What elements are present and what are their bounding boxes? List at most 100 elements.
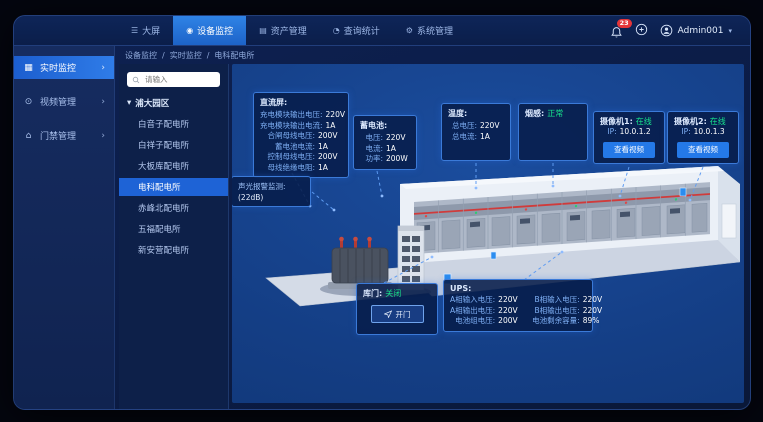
app-window: ☰ 大屏 ◉ 设备监控 ▤ 资产管理 ◔ 查询统计 ⚙ 系统管理 23 bbox=[13, 15, 751, 410]
username: Admin001 bbox=[678, 26, 724, 36]
ip-label: IP: bbox=[681, 127, 690, 138]
search-input[interactable] bbox=[143, 74, 215, 85]
field-value: 1A bbox=[386, 144, 410, 155]
panel-title: 温度: bbox=[448, 108, 504, 119]
tree-item-substation[interactable]: 白音子配电所 bbox=[119, 115, 228, 133]
sidebar-item-video-management[interactable]: ⊙ 视频管理 › bbox=[14, 90, 114, 113]
field-value: 89% bbox=[583, 316, 607, 327]
tree-search bbox=[127, 72, 220, 87]
field-value: 220V bbox=[480, 121, 504, 132]
field-label: 库门: bbox=[363, 288, 382, 299]
tree-item-substation[interactable]: 大板库配电所 bbox=[119, 157, 228, 175]
temperature-panel: 温度: 总电压:220V 总电流:1A bbox=[441, 103, 511, 161]
chevron-down-icon: ▾ bbox=[728, 27, 732, 35]
field-value: 1A bbox=[480, 132, 504, 143]
panel-title: 摄像机2: bbox=[674, 116, 707, 127]
open-door-label: 开门 bbox=[396, 309, 411, 320]
field-value: 220V bbox=[498, 295, 522, 306]
field-label: 总电压: bbox=[448, 121, 477, 132]
field-value: 200V bbox=[318, 152, 342, 163]
field-value: 200V bbox=[318, 131, 342, 142]
ups-panel: UPS: A相输入电压:220V B相输入电压:220V A相输出电压:220V… bbox=[443, 279, 593, 332]
notification-badge: 23 bbox=[617, 19, 632, 28]
field-label: 合闸母线电压: bbox=[260, 131, 315, 142]
dc-screen-panel: 直流屏: 充电模块输出电压:220V 充电模块输出电流:1A 合闸母线电压:20… bbox=[253, 92, 349, 178]
ip-label: IP: bbox=[607, 127, 616, 138]
field-label: 电池剩余容量: bbox=[532, 316, 580, 327]
field-label: B相输入电压: bbox=[532, 295, 580, 306]
view-video-button[interactable]: 查看视频 bbox=[603, 142, 655, 158]
sidebar-item-label: 视频管理 bbox=[40, 95, 76, 108]
sidebar: ▦ 实时监控 › ⊙ 视频管理 › ⌂ 门禁管理 › bbox=[14, 46, 115, 409]
status-badge: 在线 bbox=[710, 116, 726, 127]
tab-dashboard[interactable]: ☰ 大屏 bbox=[118, 16, 173, 45]
tab-label: 系统管理 bbox=[417, 24, 453, 37]
breadcrumb-item[interactable]: 设备监控 bbox=[125, 50, 157, 61]
battery-panel: 蓄电池: 电压:220V 电流:1A 功率:200W bbox=[353, 115, 417, 170]
tree-parent-node[interactable]: ▾ 浦大园区 bbox=[119, 94, 228, 112]
field-label: B相输出电压: bbox=[532, 306, 580, 317]
tree-item-substation[interactable]: 赤峰北配电所 bbox=[119, 199, 228, 217]
sidebar-item-label: 实时监控 bbox=[40, 61, 76, 74]
tab-label: 查询统计 bbox=[344, 24, 380, 37]
field-value: 1A bbox=[318, 142, 342, 153]
tree-parent-label: 浦大园区 bbox=[135, 97, 169, 109]
breadcrumb-item: 电科配电所 bbox=[214, 50, 254, 61]
stats-icon: ◔ bbox=[333, 26, 340, 35]
top-nav: ☰ 大屏 ◉ 设备监控 ▤ 资产管理 ◔ 查询统计 ⚙ 系统管理 23 bbox=[14, 16, 750, 46]
sidebar-item-access-control[interactable]: ⌂ 门禁管理 › bbox=[14, 124, 114, 147]
panel-title: 直流屏: bbox=[260, 97, 342, 108]
panel-title: 摄像机1: bbox=[600, 116, 633, 127]
fullscreen-icon[interactable] bbox=[635, 21, 648, 40]
sidebar-item-label: 门禁管理 bbox=[40, 129, 76, 142]
field-value: 1A bbox=[326, 121, 350, 132]
panel-title: UPS: bbox=[450, 284, 586, 293]
door-status-badge: 关闭 bbox=[385, 288, 401, 299]
field-label: 电流: bbox=[360, 144, 383, 155]
field-label: 蓄电池电流: bbox=[260, 142, 315, 153]
chevron-right-icon: › bbox=[101, 131, 105, 141]
field-value: 200W bbox=[386, 154, 410, 165]
tab-label: 资产管理 bbox=[271, 24, 307, 37]
tab-label: 大屏 bbox=[142, 24, 160, 37]
field-label: 母线绝缘电阻: bbox=[260, 163, 315, 174]
view-video-button[interactable]: 查看视频 bbox=[677, 142, 729, 158]
asset-icon: ▤ bbox=[259, 26, 267, 35]
device-icon: ◉ bbox=[186, 26, 193, 35]
field-value: 220V bbox=[583, 306, 607, 317]
field-label: 充电模块输出电压: bbox=[260, 110, 323, 121]
field-label: 烟感: bbox=[525, 108, 544, 119]
tree-item-substation[interactable]: 五福配电所 bbox=[119, 220, 228, 238]
tab-device-monitor[interactable]: ◉ 设备监控 bbox=[173, 16, 246, 45]
field-value: 200V bbox=[498, 316, 522, 327]
field-label: 电压: bbox=[360, 133, 383, 144]
tab-query-statistics[interactable]: ◔ 查询统计 bbox=[320, 16, 393, 45]
status-badge: 正常 bbox=[547, 108, 563, 119]
tree-item-substation[interactable]: 白祥子配电所 bbox=[119, 136, 228, 154]
camera2-panel: 摄像机2: 在线 IP:10.0.1.3 查看视频 bbox=[667, 111, 739, 164]
video-icon: ⊙ bbox=[23, 97, 34, 107]
chevron-right-icon: › bbox=[101, 63, 105, 73]
menu-icon: ☰ bbox=[131, 26, 138, 35]
tree-item-substation-selected[interactable]: 电科配电所 bbox=[119, 178, 228, 196]
camera1-panel: 摄像机1: 在线 IP: 10.0.1.2 查看视频 bbox=[593, 111, 665, 164]
tab-system-management[interactable]: ⚙ 系统管理 bbox=[393, 16, 466, 45]
field-value: 1A bbox=[318, 163, 342, 174]
tab-asset-management[interactable]: ▤ 资产管理 bbox=[246, 16, 320, 45]
tab-label: 设备监控 bbox=[197, 24, 233, 37]
door-control-panel: 库门: 关闭 开门 bbox=[356, 283, 438, 335]
status-badge: 在线 bbox=[636, 116, 652, 127]
field-label: 总电流: bbox=[448, 132, 477, 143]
sidebar-item-realtime-monitor[interactable]: ▦ 实时监控 › bbox=[14, 56, 114, 79]
realtime-monitor-icon: ▦ bbox=[23, 63, 34, 73]
collapse-icon: ▾ bbox=[127, 98, 131, 108]
breadcrumb-item[interactable]: 实时监控 bbox=[170, 50, 202, 61]
field-value: 220V bbox=[326, 110, 350, 121]
tree-item-substation[interactable]: 新安营配电所 bbox=[119, 241, 228, 259]
open-door-button[interactable]: 开门 bbox=[371, 305, 424, 323]
notification-bell-icon[interactable]: 23 bbox=[610, 24, 623, 37]
substation-3d-canvas: 直流屏: 充电模块输出电压:220V 充电模块输出电流:1A 合闸母线电压:20… bbox=[232, 64, 744, 403]
field-value: (22dB) bbox=[238, 193, 304, 202]
user-menu[interactable]: Admin001 ▾ bbox=[660, 24, 732, 37]
ip-value: 10.0.1.2 bbox=[620, 127, 651, 138]
